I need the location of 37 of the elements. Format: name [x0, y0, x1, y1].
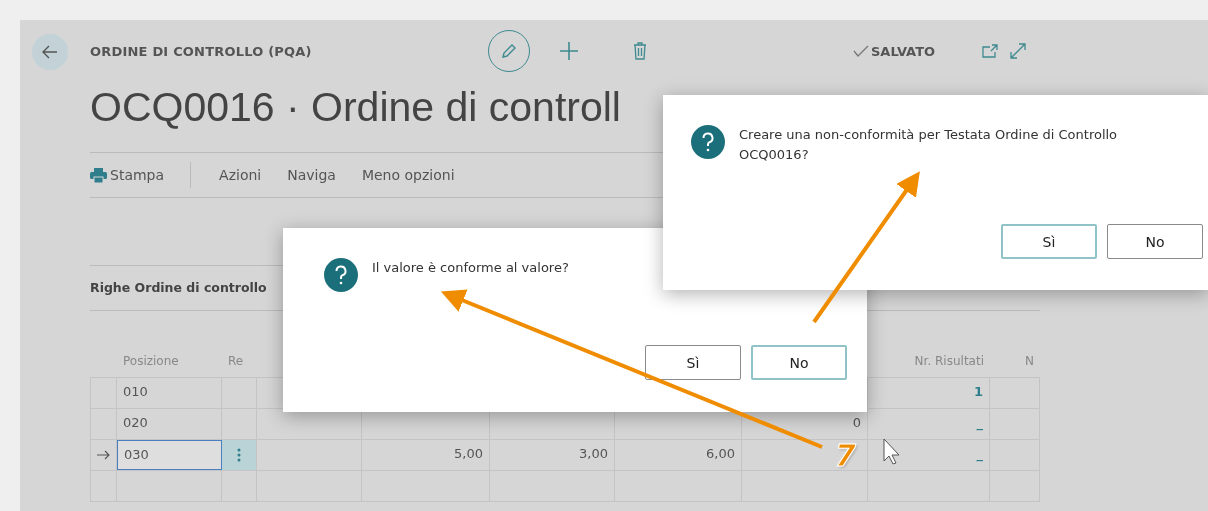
question-icon	[324, 258, 358, 292]
row-selector-cell[interactable]	[90, 471, 117, 501]
breadcrumb: ORDINE DI CONTROLLO (PQA)	[90, 43, 313, 59]
question-icon	[691, 125, 725, 159]
table-cell: 5,00	[362, 440, 490, 470]
table-cell: 6,00	[615, 440, 742, 470]
dialog-button[interactable]: No	[1107, 224, 1203, 259]
row-selector-cell[interactable]	[90, 409, 117, 439]
dialog-button[interactable]: No	[751, 345, 847, 380]
table-cell: 020	[117, 409, 222, 439]
check-icon	[853, 45, 869, 57]
table-cell: 030	[117, 440, 222, 470]
table-cell: 010	[117, 378, 222, 408]
trash-icon[interactable]	[633, 42, 647, 60]
back-arrow-icon	[42, 45, 58, 59]
menu-item[interactable]: Naviga	[287, 167, 336, 183]
plus-icon[interactable]	[559, 41, 579, 61]
print-button[interactable]: Stampa	[90, 167, 165, 183]
cursor-icon	[883, 438, 900, 465]
table-cell: _	[868, 409, 990, 439]
dialog-message: Creare una non-conformità per Testata Ordine di Controllo OCQ0016?	[739, 126, 1119, 164]
dialog-button[interactable]: Sì	[1001, 224, 1097, 259]
menu-item[interactable]: Meno opzioni	[361, 167, 455, 183]
printer-icon	[90, 167, 107, 183]
popout-icon[interactable]	[981, 43, 1000, 59]
pencil-icon	[500, 42, 518, 60]
arrow-right-icon	[97, 450, 110, 460]
menu-item[interactable]: Azioni	[219, 167, 262, 183]
table-cell: 3,00	[490, 440, 615, 470]
step-number: 7	[835, 438, 856, 473]
saved-status: SALVATO	[871, 43, 936, 59]
dialog-button[interactable]: Sì	[645, 345, 741, 380]
more-icon[interactable]	[237, 448, 241, 462]
expand-icon[interactable]	[1009, 42, 1028, 60]
page-title: OCQ0016 · Ordine di controll	[90, 83, 622, 132]
table-cell: 1	[868, 378, 990, 408]
back-button[interactable]	[32, 34, 68, 70]
